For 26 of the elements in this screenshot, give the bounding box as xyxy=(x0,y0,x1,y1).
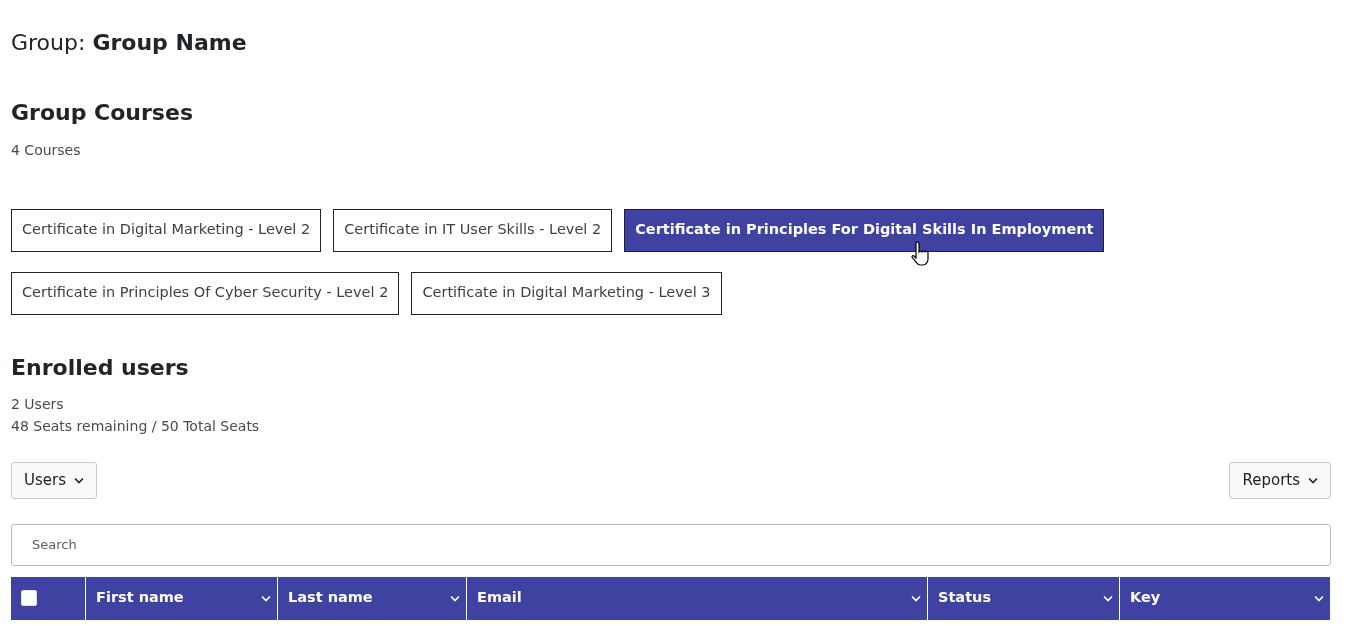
column-header[interactable]: Key xyxy=(1120,576,1331,620)
caret-icon xyxy=(261,594,271,602)
caret-icon xyxy=(1103,594,1113,602)
column-header[interactable]: Email xyxy=(467,576,928,620)
course-count: 4 Courses xyxy=(11,140,82,160)
users-dropdown-button[interactable]: Users xyxy=(11,462,97,499)
user-count: 2 Users xyxy=(11,395,65,415)
search-field[interactable]: Search xyxy=(11,523,1331,566)
course-button[interactable]: Certificate in Digital Marketing - Level 2 xyxy=(11,208,322,252)
course-button[interactable]: Certificate in IT User Skills - Level 2 xyxy=(333,208,613,252)
page-title: Group: Group Name xyxy=(11,30,248,57)
caret-icon xyxy=(911,594,921,602)
column-header[interactable]: Last name xyxy=(278,576,467,620)
course-button[interactable]: Certificate in Digital Marketing - Level 3 xyxy=(411,271,722,315)
caret-icon xyxy=(450,594,460,602)
caret-icon xyxy=(1314,594,1324,602)
column-header[interactable]: Status xyxy=(928,576,1120,620)
select-all-checkbox[interactable] xyxy=(21,590,37,607)
seats-summary: 48 Seats remaining / 50 Total Seats xyxy=(11,417,261,437)
section-heading: Enrolled users xyxy=(11,354,190,382)
reports-dropdown-button[interactable]: Reports xyxy=(1229,462,1331,499)
caret-icon xyxy=(1308,476,1318,484)
column-header[interactable]: First name xyxy=(86,576,278,620)
caret-icon xyxy=(74,476,84,484)
course-button[interactable]: Certificate in Principles Of Cyber Security - Level 2 xyxy=(11,271,400,315)
section-heading: Group Courses xyxy=(11,100,194,127)
